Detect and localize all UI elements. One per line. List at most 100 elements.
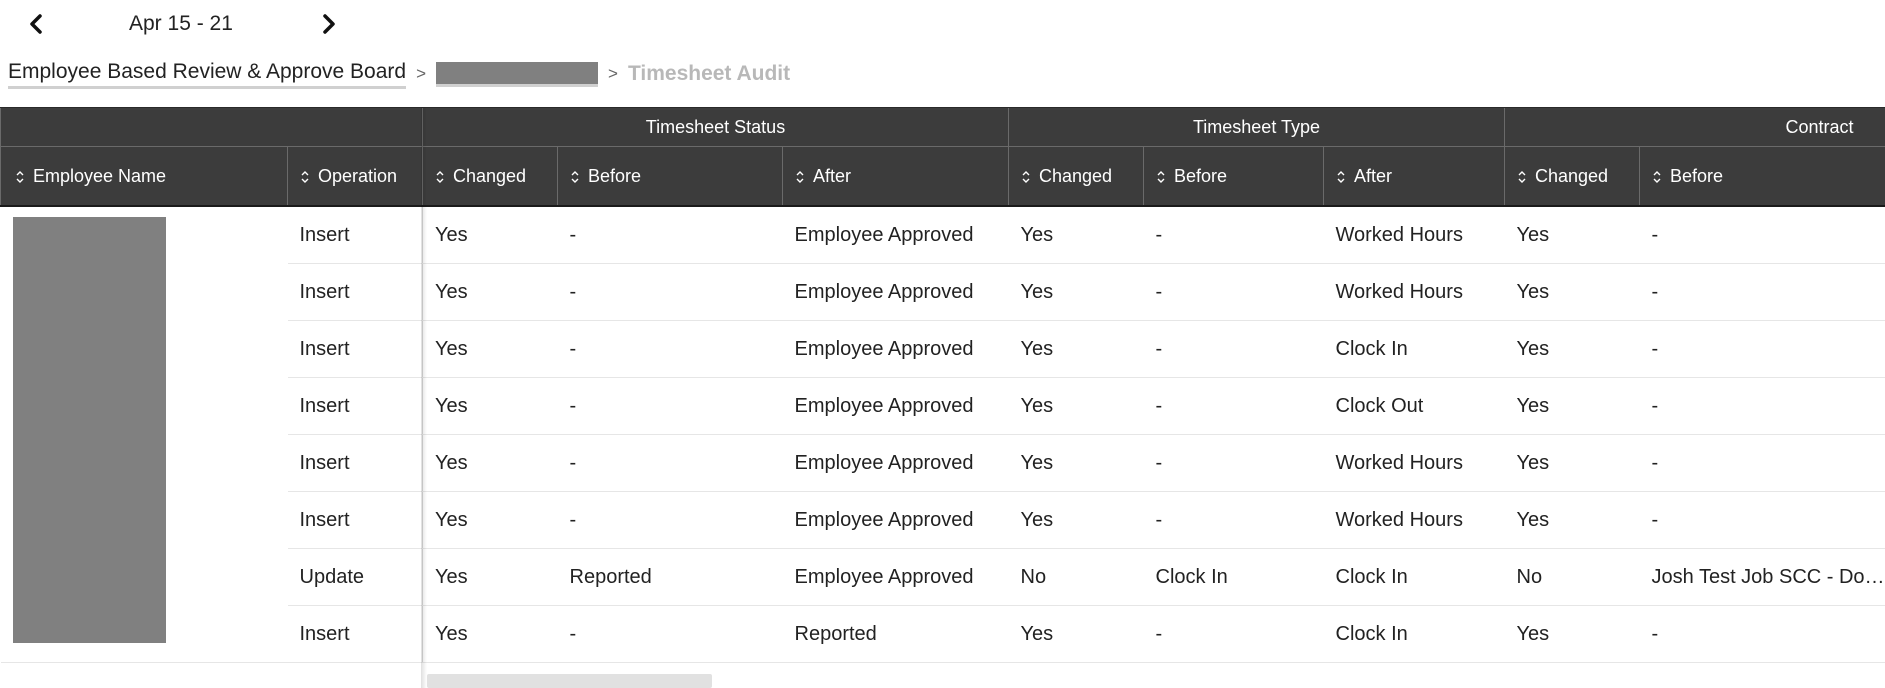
cell-ts-changed: Yes [422, 320, 558, 378]
col-header-operation[interactable]: Operation [287, 146, 423, 207]
cell-c-changed: No [1504, 548, 1640, 606]
sort-icon [1336, 170, 1346, 184]
col-header-tt-changed[interactable]: Changed [1008, 146, 1144, 207]
col-header-label: Changed [1535, 165, 1609, 186]
cell-tt-before: - [1143, 605, 1324, 663]
col-header-tt-after[interactable]: After [1323, 146, 1505, 207]
cell-c-before: - [1639, 320, 1885, 378]
breadcrumb-current: Timesheet Audit [627, 62, 791, 85]
chevron-right-icon [323, 14, 335, 34]
cell-tt-before: - [1143, 263, 1324, 321]
cell-c-changed: Yes [1504, 263, 1640, 321]
cell-tt-changed: Yes [1008, 206, 1144, 264]
group-header-row: Timesheet Status Timesheet Type Contract [0, 107, 1885, 147]
col-header-label: After [1354, 165, 1393, 186]
cell-ts-after: Employee Approved [782, 491, 1009, 549]
cell-c-before: - [1639, 605, 1885, 663]
cell-operation: Insert [287, 206, 423, 264]
cell-tt-after: Clock In [1323, 548, 1505, 606]
cell-tt-before: - [1143, 491, 1324, 549]
cell-c-before: - [1639, 491, 1885, 549]
cell-ts-changed: Yes [422, 434, 558, 492]
cell-tt-changed: Yes [1008, 491, 1144, 549]
cell-ts-after: Employee Approved [782, 377, 1009, 435]
cell-ts-changed: Yes [422, 491, 558, 549]
col-header-label: Before [1174, 165, 1228, 186]
col-header-label: Operation [318, 165, 398, 186]
cell-ts-before: - [557, 605, 783, 663]
cell-ts-before: - [557, 491, 783, 549]
group-header-blank [0, 107, 423, 147]
col-header-employee-name[interactable]: Employee Name [0, 146, 288, 207]
date-navigator: Apr 15 - 21 [0, 0, 1885, 46]
timesheet-audit-grid: Timesheet Status Timesheet Type Contract… [0, 107, 1885, 688]
cell-tt-changed: Yes [1008, 377, 1144, 435]
cell-c-changed: Yes [1504, 605, 1640, 663]
col-header-c-changed[interactable]: Changed [1504, 146, 1640, 207]
cell-tt-after: Clock In [1323, 605, 1505, 663]
cell-c-before: - [1639, 206, 1885, 264]
cell-c-changed: Yes [1504, 206, 1640, 264]
cell-ts-after: Reported [782, 605, 1009, 663]
next-week-button[interactable] [315, 10, 343, 38]
cell-tt-after: Worked Hours [1323, 206, 1505, 264]
cell-ts-changed: Yes [422, 605, 558, 663]
cell-ts-before: - [557, 320, 783, 378]
col-header-ts-changed[interactable]: Changed [422, 146, 558, 207]
date-range-label: Apr 15 - 21 [129, 12, 233, 35]
sort-icon [1156, 170, 1166, 184]
cell-tt-after: Clock Out [1323, 377, 1505, 435]
sort-icon [1517, 170, 1527, 184]
group-header-contract: Contract [1504, 107, 1885, 147]
cell-operation: Insert [287, 434, 423, 492]
cell-tt-changed: Yes [1008, 320, 1144, 378]
cell-ts-before: - [557, 206, 783, 264]
chevron-left-icon [30, 14, 42, 34]
cell-ts-before: - [557, 263, 783, 321]
table-row[interactable]: Insert Yes - Employee Approved Yes - Wor… [0, 206, 1885, 663]
cell-operation: Insert [287, 605, 423, 663]
breadcrumb-separator: > [608, 64, 618, 83]
table-body: Insert Yes - Employee Approved Yes - Wor… [0, 206, 1885, 663]
cell-operation: Update [287, 548, 423, 606]
breadcrumb-redacted-link[interactable] [436, 61, 598, 87]
cell-ts-changed: Yes [422, 548, 558, 606]
cell-ts-before: Reported [557, 548, 783, 606]
cell-tt-after: Worked Hours [1323, 491, 1505, 549]
cell-ts-before: - [557, 434, 783, 492]
col-header-ts-after[interactable]: After [782, 146, 1009, 207]
breadcrumb-separator: > [416, 64, 426, 83]
cell-ts-changed: Yes [422, 206, 558, 264]
audit-table: Timesheet Status Timesheet Type Contract… [0, 107, 1885, 663]
sort-icon [795, 170, 805, 184]
prev-week-button[interactable] [22, 10, 50, 38]
cell-ts-after: Employee Approved [782, 320, 1009, 378]
cell-tt-before: - [1143, 320, 1324, 378]
column-header-row: Employee Name Operation Changed Before A… [0, 146, 1885, 207]
group-header-timesheet-type: Timesheet Type [1008, 107, 1505, 147]
cell-operation: Insert [287, 263, 423, 321]
horizontal-scrollbar-thumb[interactable] [427, 674, 712, 688]
col-header-tt-before[interactable]: Before [1143, 146, 1324, 207]
cell-tt-changed: Yes [1008, 605, 1144, 663]
breadcrumb-board-link[interactable]: Employee Based Review & Approve Board [8, 60, 407, 89]
cell-ts-after: Employee Approved [782, 206, 1009, 264]
cell-tt-changed: Yes [1008, 263, 1144, 321]
cell-ts-changed: Yes [422, 263, 558, 321]
cell-ts-changed: Yes [422, 377, 558, 435]
cell-tt-changed: No [1008, 548, 1144, 606]
col-header-c-before[interactable]: Before [1639, 146, 1885, 207]
cell-operation: Insert [287, 491, 423, 549]
sort-icon [1652, 170, 1662, 184]
col-header-ts-before[interactable]: Before [557, 146, 783, 207]
col-header-label: Employee Name [33, 165, 167, 186]
sort-icon [1021, 170, 1031, 184]
cell-tt-before: - [1143, 434, 1324, 492]
cell-c-changed: Yes [1504, 320, 1640, 378]
sort-icon [570, 170, 580, 184]
cell-tt-before: - [1143, 206, 1324, 264]
cell-ts-after: Employee Approved [782, 548, 1009, 606]
col-header-label: Before [588, 165, 642, 186]
cell-c-changed: Yes [1504, 434, 1640, 492]
cell-ts-after: Employee Approved [782, 263, 1009, 321]
